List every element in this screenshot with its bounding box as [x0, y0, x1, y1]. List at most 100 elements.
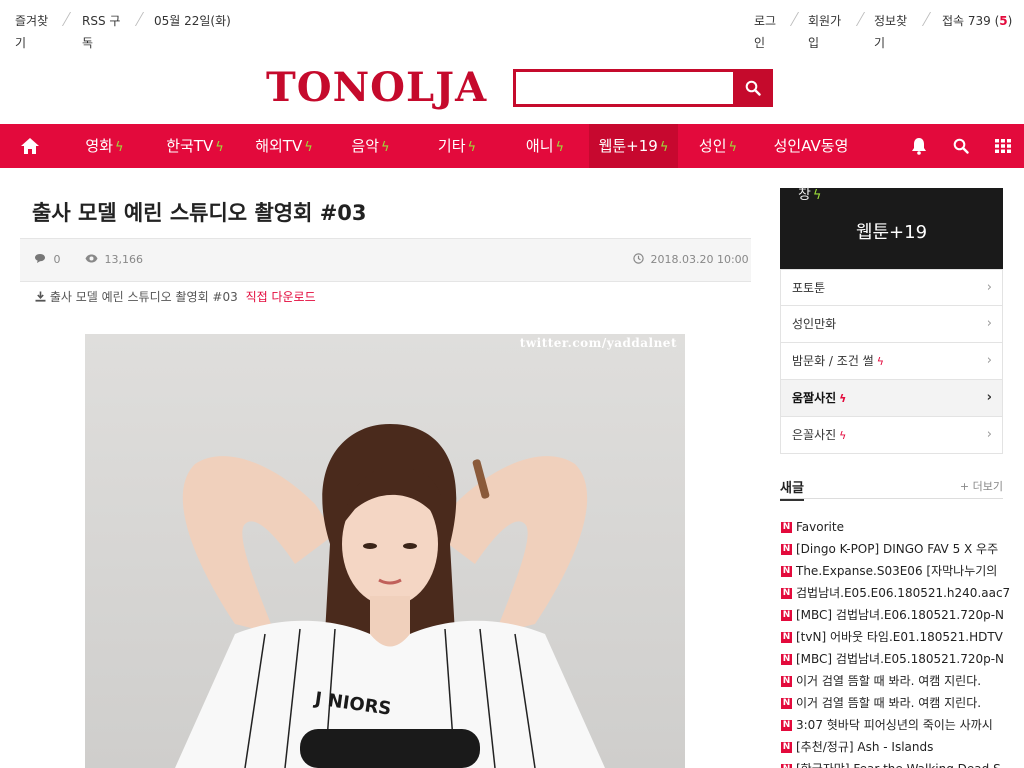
list-item[interactable]: N 검법남녀.E05.E06.180521.h240.aac7: [781, 582, 1011, 604]
list-item-title: [MBC] 검법남녀.E06.180521.720p-N: [796, 608, 1005, 622]
apps-menu-button[interactable]: [983, 124, 1023, 168]
new-posts-title: 새글: [780, 477, 804, 501]
bolt-icon: ϟ: [115, 140, 124, 155]
list-item[interactable]: N [Dingo K-POP] DINGO FAV 5 X 우주: [781, 538, 1011, 560]
grid-icon: [995, 139, 1011, 153]
bolt-icon: ϟ: [304, 140, 313, 155]
new-badge: N: [781, 697, 792, 709]
bolt-icon: ϟ: [215, 140, 224, 155]
search-input[interactable]: [516, 72, 733, 104]
nav-adult[interactable]: 성인 ϟ: [678, 124, 758, 168]
bolt-icon: ϟ: [467, 140, 477, 155]
nav-webtoon[interactable]: 웹툰+19 ϟ: [589, 124, 678, 168]
nav-anime[interactable]: 애니 ϟ: [501, 124, 589, 168]
more-link[interactable]: + 더보기: [960, 478, 1003, 494]
sidebar-item-nightlife[interactable]: 밤문화 / 조건 썰 ϟ ›: [780, 343, 1003, 380]
sidebar-item-photos[interactable]: 은꼴사진 ϟ ›: [780, 417, 1003, 454]
nav-label: 성인AV동영: [773, 137, 849, 155]
sidebar-category-list: 포토툰 › 성인만화 › 밤문화 / 조건 썰 ϟ › 움짤사진 ϟ › 은꼴사진 ϟ ›: [780, 269, 1003, 454]
list-item[interactable]: N 3:07 혓바닥 피어싱년의 죽이는 사까시: [781, 714, 1011, 736]
nav-adult-av[interactable]: 성인AV동영: [758, 124, 864, 168]
chevron-right-icon: ›: [986, 280, 992, 295]
nav-korean-tv[interactable]: 한국TV ϟ: [150, 124, 240, 168]
list-item-title: The.Expanse.S03E06 [자막나누기의: [796, 564, 998, 578]
search-box: [513, 69, 733, 107]
login-link[interactable]: 로그인: [754, 10, 782, 54]
new-badge: N: [781, 543, 792, 555]
list-item[interactable]: N [MBC] 검법남녀.E05.180521.720p-N: [781, 648, 1011, 670]
bolt-icon: ϟ: [728, 140, 738, 155]
nav-label: 영화: [85, 137, 114, 155]
comment-count-value: 0: [53, 253, 61, 266]
list-item-title: 이거 검열 뜸할 때 봐라. 여캠 지린다.: [796, 674, 982, 688]
nav-label: 음악: [351, 137, 380, 155]
nav-etc[interactable]: 기타 ϟ: [413, 124, 501, 168]
list-item[interactable]: N [추천/정규] Ash - Islands: [781, 736, 1011, 758]
divider: [855, 12, 866, 26]
list-item[interactable]: N 이거 검열 뜸할 때 봐라. 여캠 지린다.: [781, 692, 1011, 714]
nav-foreign-tv[interactable]: 해외TV ϟ: [240, 124, 328, 168]
download-icon: [35, 291, 46, 302]
list-item-title: 이거 검열 뜸할 때 봐라. 여캠 지린다.: [796, 696, 982, 710]
rss-link[interactable]: RSS 구독: [82, 10, 130, 54]
search-button[interactable]: [733, 69, 773, 107]
bell-icon: [912, 138, 926, 155]
list-item-title: [tvN] 어바웃 타임.E01.180521.HDTV: [796, 630, 1003, 644]
sidebar-item-label: 밤문화 / 조건 썰: [792, 354, 874, 368]
top-utility-bar: 즐겨찾기 RSS 구독 05월 22일(화) 로그인 회원가입 정보찾기 접속 …: [0, 0, 1024, 60]
search-icon: [953, 138, 969, 154]
divider: [134, 12, 145, 26]
hot-icon: ϟ: [839, 429, 847, 442]
find-info-link[interactable]: 정보찾기: [874, 10, 914, 54]
post-date: 2018.03.20 10:00: [633, 253, 749, 267]
bookmark-link[interactable]: 즐겨찾기: [15, 10, 57, 54]
hot-icon: ϟ: [839, 392, 847, 405]
list-item[interactable]: N 이거 검열 뜸할 때 봐라. 여캠 지린다.: [781, 670, 1011, 692]
notification-button[interactable]: [899, 124, 939, 168]
divider: [789, 12, 800, 26]
new-badge: N: [781, 741, 792, 753]
nav-search-button[interactable]: [941, 124, 981, 168]
divider: [921, 12, 932, 26]
main-nav: 영화 ϟ 한국TV ϟ 해외TV ϟ 음악 ϟ 기타 ϟ 애니 ϟ 웹툰+19 ϟ 성인 ϟ 성…: [0, 124, 1024, 168]
comment-count: 0: [34, 253, 61, 267]
nav-music[interactable]: 음악 ϟ: [328, 124, 413, 168]
nav-label: 성인: [698, 137, 727, 155]
chevron-right-icon: ›: [986, 427, 992, 442]
list-item-title: [한국자막] Fear the Walking Dead S: [796, 758, 1001, 768]
list-item[interactable]: N The.Expanse.S03E06 [자막나누기의: [781, 560, 1011, 582]
sidebar-item-adult-comic[interactable]: 성인만화 ›: [780, 306, 1003, 343]
sidebar-peek-label: 창ϟ: [798, 184, 821, 204]
sidebar-item-label: 은꼴사진: [792, 428, 837, 442]
sidebar-item-gif[interactable]: 움짤사진 ϟ ›: [780, 380, 1003, 417]
list-item[interactable]: N [MBC] 검법남녀.E06.180521.720p-N: [781, 604, 1011, 626]
home-button[interactable]: [10, 124, 50, 168]
new-badge: N: [781, 631, 792, 643]
site-logo[interactable]: TONOLJA: [266, 62, 487, 114]
home-icon: [21, 138, 39, 154]
list-item-title: [Dingo K-POP] DINGO FAV 5 X 우주: [796, 542, 999, 556]
sidebar-item-phototoon[interactable]: 포토툰 ›: [780, 269, 1003, 306]
list-item[interactable]: N [tvN] 어바웃 타임.E01.180521.HDTV: [781, 626, 1011, 648]
chevron-right-icon: ›: [986, 390, 992, 405]
nav-label: 한국TV: [166, 137, 214, 155]
list-item[interactable]: N Favorite: [781, 516, 1011, 538]
direct-download-link[interactable]: 직접 다운로드: [246, 290, 316, 304]
bolt-icon: ϟ: [555, 140, 565, 155]
list-item[interactable]: N [한국자막] Fear the Walking Dead S: [781, 758, 1011, 768]
bolt-icon: ϟ: [381, 140, 390, 155]
view-count: 13,166: [85, 253, 143, 267]
list-item-title: Favorite: [796, 520, 844, 534]
nav-label: 애니: [525, 137, 554, 155]
new-posts-header: 새글 + 더보기: [780, 477, 1003, 501]
chevron-right-icon: ›: [986, 316, 992, 331]
signup-link[interactable]: 회원가입: [808, 10, 848, 54]
new-badge: N: [781, 719, 792, 731]
sidebar-header-title: 웹툰+19: [855, 222, 928, 243]
list-item-title: 검법남녀.E05.E06.180521.h240.aac7: [796, 586, 1011, 600]
list-item-title: [추천/정규] Ash - Islands: [796, 740, 934, 754]
visitor-count: 5: [999, 14, 1008, 28]
nav-movie[interactable]: 영화 ϟ: [62, 124, 147, 168]
hot-icon: ϟ: [876, 355, 884, 368]
chevron-right-icon: ›: [986, 353, 992, 368]
